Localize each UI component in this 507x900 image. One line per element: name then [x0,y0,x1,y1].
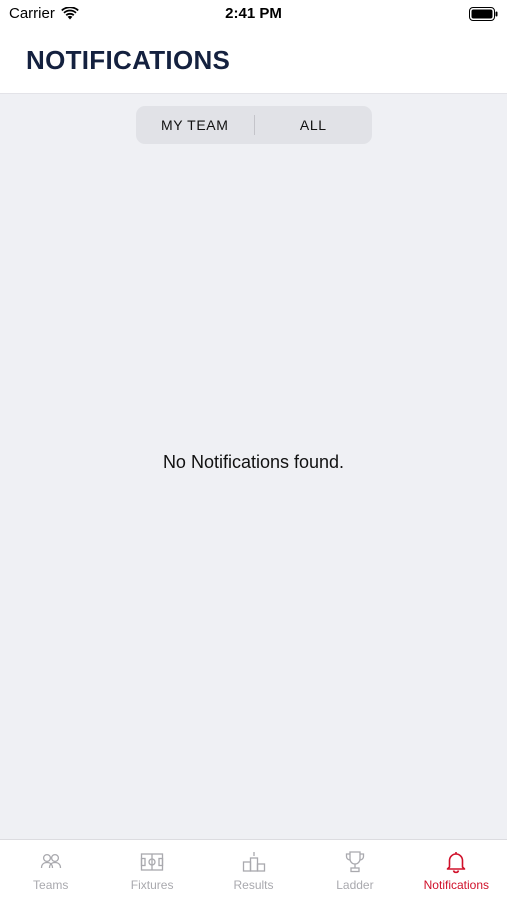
segment-my-team[interactable]: MY TEAM [136,106,254,144]
notifications-content: MY TEAM ALL No Notifications found. [0,94,507,839]
bell-icon [447,852,466,874]
tab-results-label: Results [233,878,274,892]
notifications-screen: Carrier 2:41 PM NOTIFICATIONS MY TEAM AL… [0,0,507,900]
status-time: 2:41 PM [225,5,282,22]
tab-ladder-label: Ladder [336,878,374,892]
segment-all[interactable]: ALL [255,106,373,144]
tab-teams-label: Teams [33,878,69,892]
people-icon [40,853,61,869]
tab-teams[interactable]: Teams [0,840,101,900]
nav-header: NOTIFICATIONS [0,30,507,94]
empty-state-message: No Notifications found. [162,452,345,472]
tab-fixtures-label: Fixtures [130,878,174,892]
trophy-icon [345,851,365,873]
podium-icon [242,852,265,872]
tab-bar: Teams Fixtures Results Ladder Notificati… [0,839,507,900]
page-title: NOTIFICATIONS [26,45,231,75]
battery-icon [469,7,498,21]
tab-ladder[interactable]: Ladder [304,840,405,900]
tab-notifications[interactable]: Notifications [406,840,507,900]
tab-notifications-label: Notifications [423,878,490,892]
status-bar: Carrier 2:41 PM [0,0,507,30]
tab-results[interactable]: Results [203,840,304,900]
tab-fixtures[interactable]: Fixtures [101,840,202,900]
pitch-icon [140,853,164,871]
team-filter-segmented-control: MY TEAM ALL [136,106,372,144]
